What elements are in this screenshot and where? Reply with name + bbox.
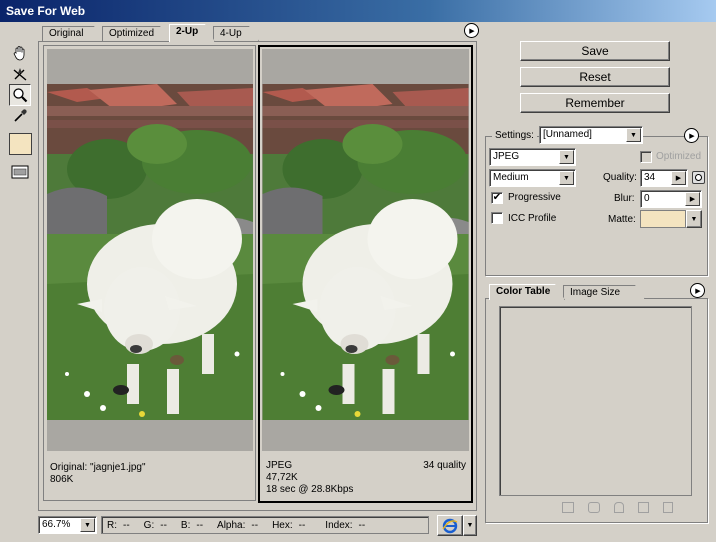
quality-input[interactable]: 34 ▶ xyxy=(640,169,688,187)
chevron-down-icon: ▼ xyxy=(626,128,641,142)
tab-color-table[interactable]: Color Table xyxy=(489,284,565,300)
chevron-down-icon: ▼ xyxy=(690,215,698,223)
tab-image-size[interactable]: Image Size xyxy=(563,285,645,299)
quality-label: Quality: xyxy=(603,172,637,183)
color-table-swatches[interactable] xyxy=(499,306,692,496)
new-color-icon[interactable] xyxy=(638,502,649,513)
eyedropper-icon[interactable] xyxy=(9,105,31,127)
remember-button[interactable]: Remember xyxy=(520,93,670,113)
optimized-quality-note: 34 quality xyxy=(423,460,466,471)
preview-in-browser-button[interactable] xyxy=(437,515,463,536)
index-label: Index: xyxy=(325,519,353,531)
b-value: -- xyxy=(196,519,204,531)
channel-mask-icon xyxy=(695,174,702,181)
r-label: R: xyxy=(107,519,117,531)
web-shift-icon[interactable] xyxy=(588,502,600,513)
optimized-filesize: 47,72K xyxy=(266,472,298,483)
original-filename: Original: "jagnje1.jpg" xyxy=(50,462,146,473)
optimized-image-area[interactable] xyxy=(262,49,469,451)
play-arrow-icon: ▶ xyxy=(695,287,701,295)
alpha-value: -- xyxy=(251,519,259,531)
color-table-toolbar xyxy=(562,502,673,513)
settings-preset-select[interactable]: [Unnamed] ▼ xyxy=(539,126,643,144)
hex-value: -- xyxy=(298,519,306,531)
file-format-select[interactable]: JPEG ▼ xyxy=(489,148,576,166)
tab-4up[interactable]: 4-Up xyxy=(213,26,259,41)
hand-tool-icon[interactable] xyxy=(9,42,31,64)
map-transparent-icon[interactable] xyxy=(562,502,574,513)
tab-original[interactable]: Original xyxy=(42,26,104,41)
chevron-down-icon: ▼ xyxy=(559,150,574,164)
chevron-right-icon: ▶ xyxy=(671,171,686,185)
optimized-format: JPEG xyxy=(266,460,293,471)
optimized-checkbox[interactable] xyxy=(640,151,652,163)
blur-label: Blur: xyxy=(614,193,635,204)
original-preview-pane[interactable]: Original: "jagnje1.jpg" 806K xyxy=(43,45,256,501)
play-arrow-icon: ▶ xyxy=(469,27,475,35)
matte-dropdown-button[interactable]: ▼ xyxy=(686,210,702,228)
tab-optimized[interactable]: Optimized xyxy=(102,26,170,41)
matte-color-swatch[interactable] xyxy=(640,210,686,228)
tab-2up[interactable]: 2-Up xyxy=(169,24,215,42)
matte-label: Matte: xyxy=(608,214,636,225)
lamb-photo-original xyxy=(47,84,253,420)
progressive-checkbox[interactable]: ✔ xyxy=(491,192,503,204)
optimize-menu-button[interactable]: ▶ xyxy=(684,128,699,143)
icc-profile-checkbox[interactable] xyxy=(491,212,503,224)
hex-label: Hex: xyxy=(272,519,293,531)
optimized-label: Optimized xyxy=(656,151,702,162)
quality-level-select[interactable]: Medium ▼ xyxy=(489,169,576,187)
toggle-slices-icon[interactable] xyxy=(9,161,31,183)
lock-color-icon[interactable] xyxy=(614,502,624,513)
blur-input[interactable]: 0 ▶ xyxy=(640,190,702,208)
optimized-preview-pane[interactable]: JPEG 34 quality 47,72K 18 sec @ 28.8Kbps xyxy=(258,45,473,503)
r-value: -- xyxy=(123,519,130,531)
chevron-down-icon: ▼ xyxy=(80,518,95,532)
browser-dropdown-button[interactable]: ▼ xyxy=(463,515,477,536)
index-value: -- xyxy=(358,519,366,531)
original-info: Original: "jagnje1.jpg" 806K xyxy=(50,462,146,486)
color-readout: R: -- G: -- B: -- Alpha: -- Hex: -- Inde… xyxy=(101,516,429,534)
icc-profile-label: ICC Profile xyxy=(508,213,557,224)
window-title: Save For Web xyxy=(0,0,716,22)
g-value: -- xyxy=(160,519,167,531)
play-arrow-icon: ▶ xyxy=(689,132,695,140)
zoom-tool-icon[interactable] xyxy=(9,84,31,106)
quality-mask-button[interactable] xyxy=(692,171,705,184)
reset-button[interactable]: Reset xyxy=(520,67,670,87)
chevron-down-icon: ▼ xyxy=(466,522,474,529)
trash-icon[interactable] xyxy=(663,502,673,513)
progressive-label: Progressive xyxy=(508,192,561,203)
g-label: G: xyxy=(143,519,155,531)
b-label: B: xyxy=(180,519,191,531)
chevron-down-icon: ▼ xyxy=(559,171,574,185)
zoom-select[interactable]: 66.7% ▼ xyxy=(38,516,97,534)
optimized-download-time: 18 sec @ 28.8Kbps xyxy=(266,484,354,495)
color-table-menu-button[interactable]: ▶ xyxy=(690,283,705,298)
alpha-label: Alpha: xyxy=(217,519,246,531)
preview-menu-button[interactable]: ▶ xyxy=(464,23,479,38)
internet-explorer-icon xyxy=(442,518,458,533)
optimized-info: JPEG 34 quality 47,72K 18 sec @ 28.8Kbps xyxy=(266,460,466,496)
checkmark-icon: ✔ xyxy=(492,192,502,203)
chevron-right-icon: ▶ xyxy=(685,192,700,206)
eyedropper-color-swatch[interactable] xyxy=(9,133,32,155)
settings-label: Settings: xyxy=(492,130,537,141)
save-button[interactable]: Save xyxy=(520,41,670,61)
lamb-photo-optimized xyxy=(262,84,469,420)
original-filesize: 806K xyxy=(50,474,74,485)
slice-select-icon[interactable] xyxy=(9,64,31,86)
original-image-area[interactable] xyxy=(47,49,253,451)
